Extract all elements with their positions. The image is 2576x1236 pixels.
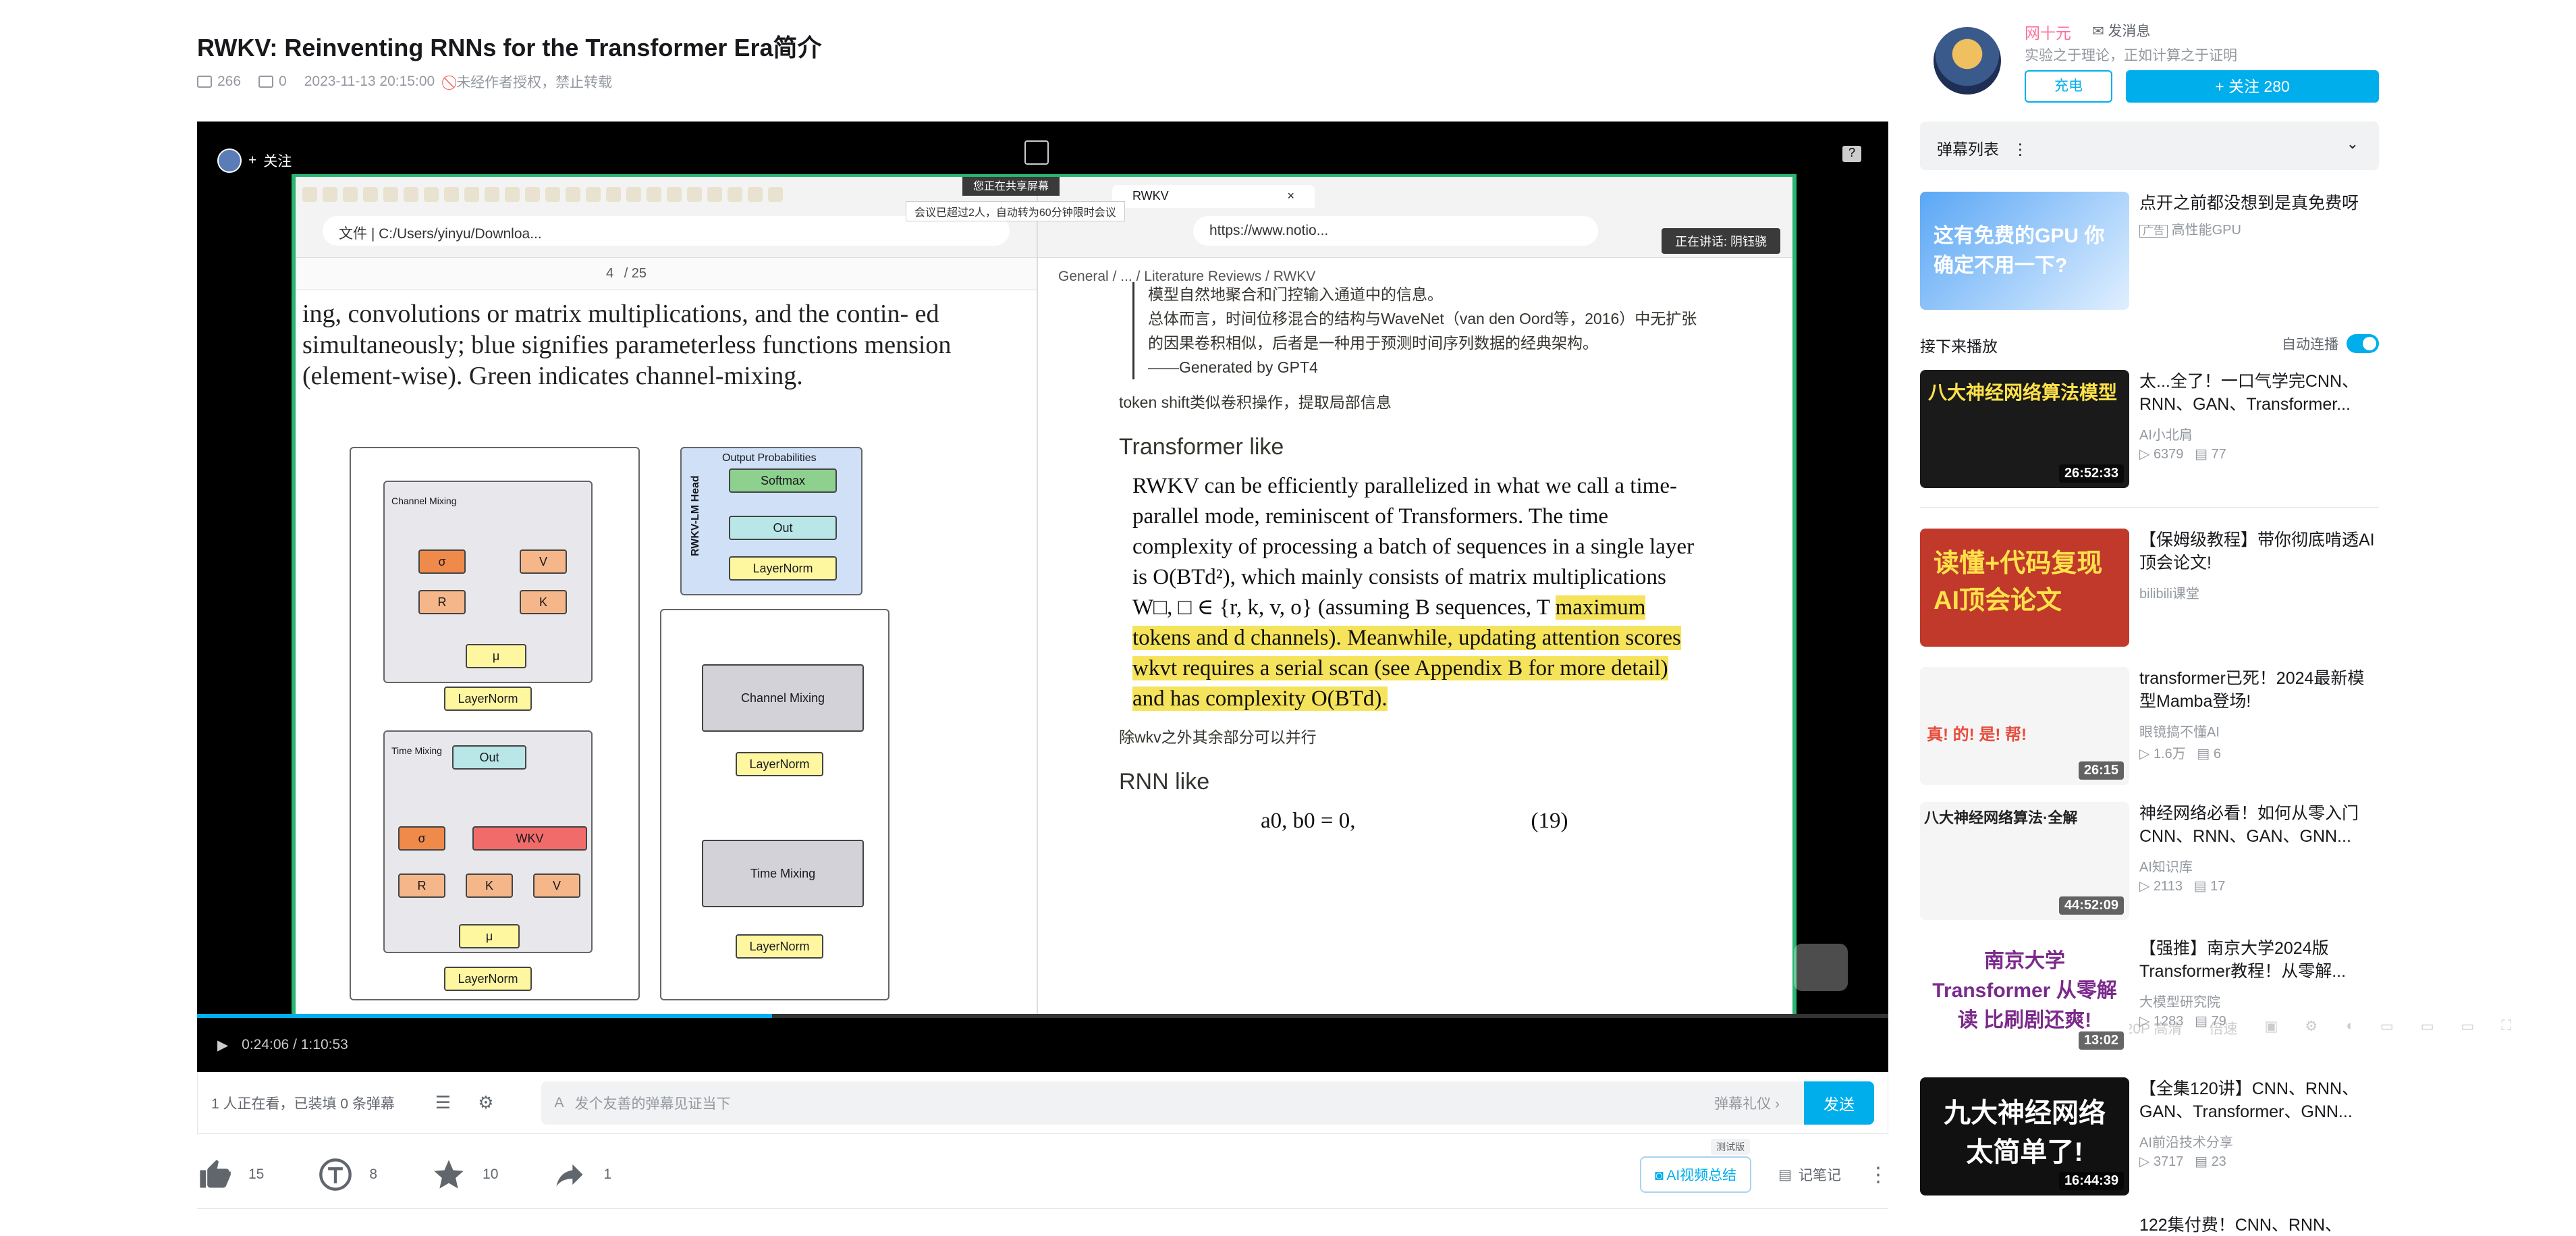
video-title: RWKV: Reinventing RNNs for the Transform… <box>197 34 822 61</box>
list-item[interactable]: 八大神经网络算法·全解 44:52:09 神经网络必看！如何从零入门CNN、RNN… <box>1920 802 2379 920</box>
time-display: 0:24:06 / 1:10:53 <box>242 1037 348 1052</box>
ad-card[interactable]: 这有免费的GPU 你确定不用一下? 点开之前都没想到是真免费呀 广告 高性能GP… <box>1920 192 2379 313</box>
notes-icon: ▤ <box>1778 1166 1792 1183</box>
speaking-indicator: 正在讲话: 阴钰骁 <box>1661 228 1780 254</box>
lm-head-block: Output Probabilities RWKV-LM Head Softma… <box>680 447 862 595</box>
notes-button[interactable]: ▤ 记笔记 <box>1778 1164 1841 1185</box>
breadcrumb: General / ... / Literature Reviews / RWK… <box>1058 269 1316 284</box>
uploader-name[interactable]: 网十元 <box>2025 20 2071 43</box>
message-button[interactable]: ✉ 发消息 <box>2092 20 2150 41</box>
charge-button[interactable]: 充电 <box>2025 70 2112 103</box>
more-icon[interactable]: ⋮ <box>1868 1163 1888 1187</box>
font-style-icon[interactable]: A <box>555 1095 564 1111</box>
video-page: RWKV: Reinventing RNNs for the Transform… <box>0 0 2576 1236</box>
robot-icon: ◙ <box>1654 1168 1667 1183</box>
action-toolbar: 15 8 10 1 测试版 ◙ AI视频总结 ▤ 记笔记 ⋮ <box>197 1139 1888 1202</box>
chevron-down-icon: ⌄ <box>2346 135 2359 152</box>
equation: a0, b0 = 0, (19) <box>1261 809 1568 833</box>
up-next-header: 接下来播放 自动连播 <box>1920 333 2379 356</box>
video-player[interactable]: + 关注 ? 文件 | C:/Users/yinyu/Downloa... 4 /… <box>197 122 2511 1072</box>
send-button[interactable]: 发送 <box>1804 1081 1874 1125</box>
heading-rnn-like: RNN like <box>1119 769 1210 795</box>
danmaku-bar: 1 人正在看，已装填 0 条弹幕 ☰ ⚙ A 发个友善的弹幕见证当下 弹幕礼仪 … <box>197 1072 1888 1134</box>
list-item[interactable]: 八大神经网络算法模型 26:52:33 太...全了！一口气学完CNN、RNN、G… <box>1920 370 2379 488</box>
coin-button[interactable]: 8 <box>318 1157 377 1192</box>
meeting-notice: 会议已超过2人，自动转为60分钟限时会议 <box>906 201 1125 221</box>
play-icon[interactable]: ▶ <box>217 1037 228 1054</box>
share-button[interactable]: 1 <box>552 1157 611 1192</box>
favorite-button[interactable]: 10 <box>431 1157 498 1192</box>
ai-summary-button[interactable]: 测试版 ◙ AI视频总结 <box>1639 1139 1752 1193</box>
screen-share-banner: 您正在共享屏幕 <box>962 177 1060 196</box>
heading-transformer-like: Transformer like <box>1119 434 1284 460</box>
uploader-avatar[interactable] <box>1934 27 2001 95</box>
paper-excerpt: RWKV can be efficiently parallelized in … <box>1132 474 1695 711</box>
help-icon[interactable]: ? <box>1842 146 1861 162</box>
play-count-icon <box>197 76 212 88</box>
notion-address-bar[interactable]: https://www.notio... <box>1193 216 1598 246</box>
avatar <box>217 149 242 173</box>
list-item[interactable]: 九大神经网络 太简单了! 16:44:39 【全集120讲】CNN、RNN、GAN… <box>1920 1077 2379 1195</box>
watching-count: 1 人正在看，已装填 0 条弹幕 <box>211 1096 395 1112</box>
widescreen-icon[interactable]: ▭ <box>2421 1018 2434 1038</box>
screenshot-icon[interactable] <box>1024 140 1049 165</box>
player-follow-overlay[interactable]: + 关注 <box>217 149 292 173</box>
danmaku-count-icon <box>258 76 274 88</box>
ad-source: 广告 高性能GPU <box>2139 219 2241 238</box>
pdf-toolbar: 4 / 25 <box>296 258 1037 290</box>
video-meta: 266 0 2023-11-13 20:15:00 ⃠未经作者授权，禁止转载 <box>197 72 612 92</box>
webfullscreen-icon[interactable]: ▭ <box>2461 1018 2475 1038</box>
danmaku-settings-icon[interactable]: ⚙ <box>478 1092 493 1113</box>
player-controls: ▶ 0:24:06 / 1:10:53 720P 高清 倍速 ▣ ⚙ ◖ ▭ ▭… <box>197 1018 2511 1072</box>
star-icon <box>434 1160 464 1189</box>
ad-thumbnail: 这有免费的GPU 你确定不用一下? <box>1920 192 2129 310</box>
pdf-window: 文件 | C:/Users/yinyu/Downloa... 4 / 25 in… <box>296 177 1038 1014</box>
layer-stack: Channel Mixing LayerNorm Time Mixing Lay… <box>660 609 889 1000</box>
play-overlay-icon[interactable] <box>1794 944 1848 991</box>
danmaku-list-header[interactable]: 弹幕列表 ⋮ ⌄ <box>1920 122 2379 170</box>
danmaku-input[interactable]: A 发个友善的弹幕见证当下 弹幕礼仪 › <box>541 1081 1807 1125</box>
pip-icon[interactable]: ▭ <box>2380 1018 2394 1038</box>
time-mixing-block: Time Mixing Out σ WKV R K V μ <box>383 730 593 953</box>
uploader-sign: 实验之于理论，正如计算之于证明 <box>2025 48 2237 63</box>
danmaku-etiquette-link[interactable]: 弹幕礼仪 › <box>1714 1093 1780 1113</box>
thumbs-up-icon <box>200 1160 231 1188</box>
page-input[interactable]: 4 <box>606 266 613 281</box>
follow-button[interactable]: + 关注 280 <box>2126 70 2379 103</box>
list-item[interactable]: 真! 的! 是! 帮! 26:15 transformer已死！2024最新模型M… <box>1920 667 2379 785</box>
channel-mixing-block: Channel Mixing σ V R K μ <box>383 481 593 683</box>
list-item[interactable]: 122集付费！CNN、RNN、 <box>1920 1214 2379 1236</box>
list-item[interactable]: 南京大学 Transformer 从零解读 比刷剧还爽! 13:02 【强推】南京… <box>1920 937 2379 1055</box>
notion-window: RWKV × https://www.notio... 正在讲话: 阴钰骁 您正… <box>906 177 1792 1014</box>
more-icon: ⋮ <box>2012 140 2028 158</box>
ad-title: 点开之前都没想到是真免费呀 <box>2139 194 2359 213</box>
like-button[interactable]: 15 <box>197 1157 264 1192</box>
views-stat: 266 <box>197 74 241 90</box>
publish-date: 2023-11-13 20:15:00 <box>304 74 435 89</box>
mail-icon: ✉ <box>2092 24 2108 39</box>
page-count: / 25 <box>624 266 647 281</box>
notion-content: 模型自然地聚合和门控输入通道中的信息。 总体而言，时间位移混合的结构与WaveN… <box>1038 258 1792 836</box>
danmaku-display-icon[interactable]: ☰ <box>435 1092 451 1113</box>
autoplay-toggle[interactable]: 自动连播 <box>2282 333 2379 354</box>
fullscreen-icon[interactable]: ⛶ <box>2501 1018 2511 1038</box>
list-item[interactable]: 读懂+代码复现 AI顶会论文 【保姆级教程】带你彻底啃透AI顶会论文! bili… <box>1920 529 2379 647</box>
divider <box>197 1208 1888 1209</box>
notion-browser-chrome: RWKV × https://www.notio... 正在讲话: 阴钰骁 <box>1038 177 1792 258</box>
rwkv-architecture-diagram: Channel Mixing σ V R K μ LayerNorm Time … <box>350 447 903 1000</box>
copyright-notice: ⃠未经作者授权，禁止转载 <box>456 75 613 90</box>
pdf-caption-text: ing, convolutions or matrix multiplicati… <box>302 300 952 390</box>
share-icon <box>556 1164 583 1187</box>
shared-screen: 文件 | C:/Users/yinyu/Downloa... 4 / 25 in… <box>292 174 1797 1018</box>
tab-rwkv[interactable]: RWKV × <box>1112 185 1315 208</box>
danmaku-stat: 0 <box>258 74 287 90</box>
coin-icon <box>319 1158 352 1191</box>
